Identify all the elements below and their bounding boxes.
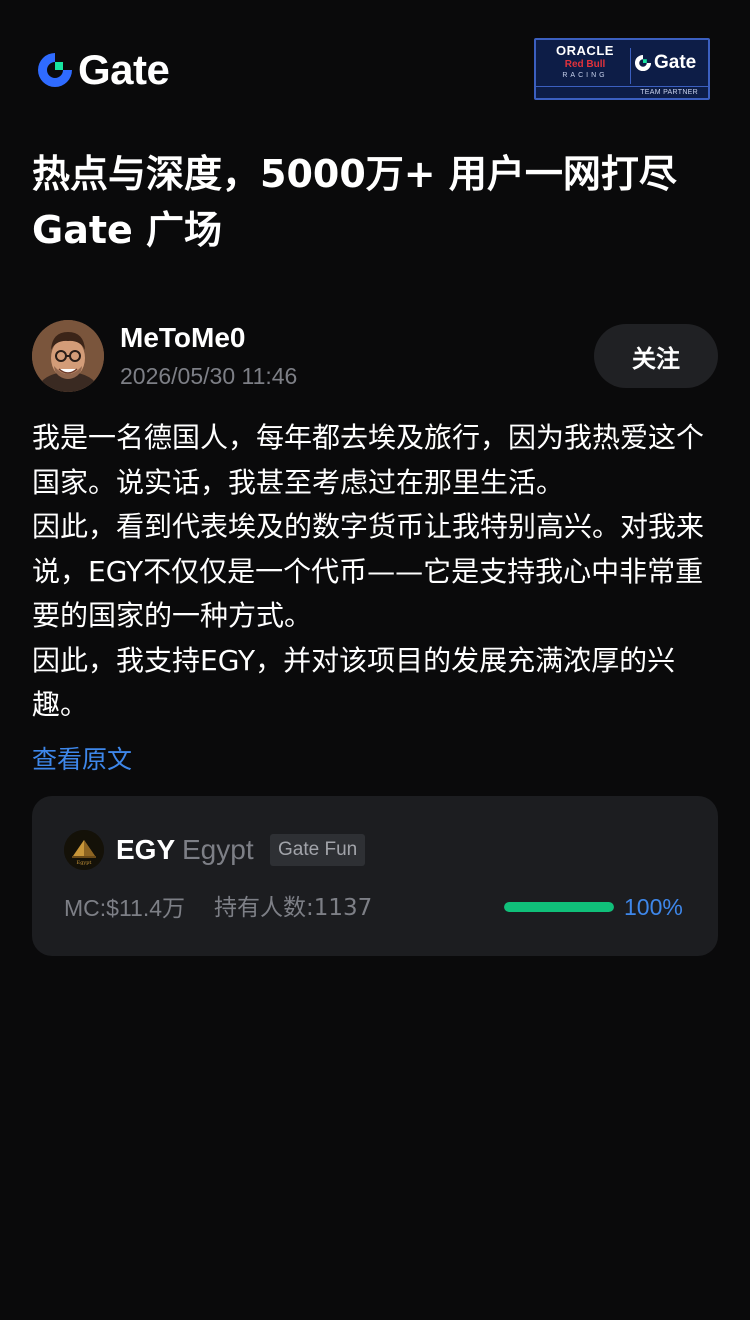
token-symbol: EGY <box>116 834 176 865</box>
headline-line-2: Gate 广场 <box>32 208 223 252</box>
redbull-text: Red Bull <box>564 59 606 70</box>
page: Gate ORACLE Red Bull RACING Gate TEAM PA… <box>0 0 750 1320</box>
team-partner-badge: ORACLE Red Bull RACING Gate TEAM PARTNER <box>534 38 710 100</box>
token-name: Egypt <box>182 834 254 865</box>
svg-text:Egypt: Egypt <box>77 860 92 866</box>
bonding-progress-fill <box>504 902 614 912</box>
badge-gate-icon <box>634 54 652 72</box>
gate-fun-tag: Gate Fun <box>270 834 366 866</box>
post-paragraph-2: 因此，看到代表埃及的数字货币让我特别高兴。对我来说，EGY不仅仅是一个代币——它… <box>32 510 705 632</box>
racing-text: RACING <box>562 72 608 79</box>
bonding-progress-percent: 100% <box>624 894 683 920</box>
badge-gate-text: Gate <box>654 52 697 73</box>
redbull-racing-logo: ORACLE Red Bull RACING <box>542 44 628 88</box>
page-title: 热点与深度，5000万+ 用户一网打尽 Gate 广场 <box>32 146 722 258</box>
market-cap: MC:$11.4万 <box>64 895 186 921</box>
egy-token-icon: Egypt <box>64 830 104 870</box>
token-card[interactable]: Egypt EGY Egypt Gate Fun MC:$11.4万 持有人数:… <box>32 796 718 956</box>
gate-logo-text: Gate <box>78 46 170 93</box>
gate-logo-icon <box>36 51 74 89</box>
author-avatar[interactable] <box>32 320 104 392</box>
post-body: 我是一名德国人，每年都去埃及旅行，因为我热爱这个国家。说实话，我甚至考虑过在那里… <box>32 416 722 728</box>
post-timestamp: 2026/05/30 11:46 <box>120 363 298 389</box>
post-paragraph-1: 我是一名德国人，每年都去埃及旅行，因为我热爱这个国家。说实话，我甚至考虑过在那里… <box>32 421 705 499</box>
follow-button[interactable]: 关注 <box>594 324 718 388</box>
header: Gate ORACLE Red Bull RACING Gate TEAM PA… <box>0 0 750 120</box>
bonding-progress-bar <box>504 902 614 912</box>
holders-count: 持有人数:1137 <box>214 895 373 921</box>
team-partner-label: TEAM PARTNER <box>536 86 708 98</box>
badge-divider <box>630 48 631 84</box>
author-name[interactable]: MeToMe0 <box>120 318 246 358</box>
badge-gate-logo: Gate <box>634 50 708 76</box>
view-original-link[interactable]: 查看原文 <box>32 742 132 778</box>
oracle-text: ORACLE <box>556 43 614 58</box>
gate-logo[interactable]: Gate <box>36 46 170 93</box>
headline-line-1: 热点与深度，5000万+ 用户一网打尽 <box>32 152 677 196</box>
post-paragraph-3: 因此，我支持EGY，并对该项目的发展充满浓厚的兴趣。 <box>32 643 676 722</box>
